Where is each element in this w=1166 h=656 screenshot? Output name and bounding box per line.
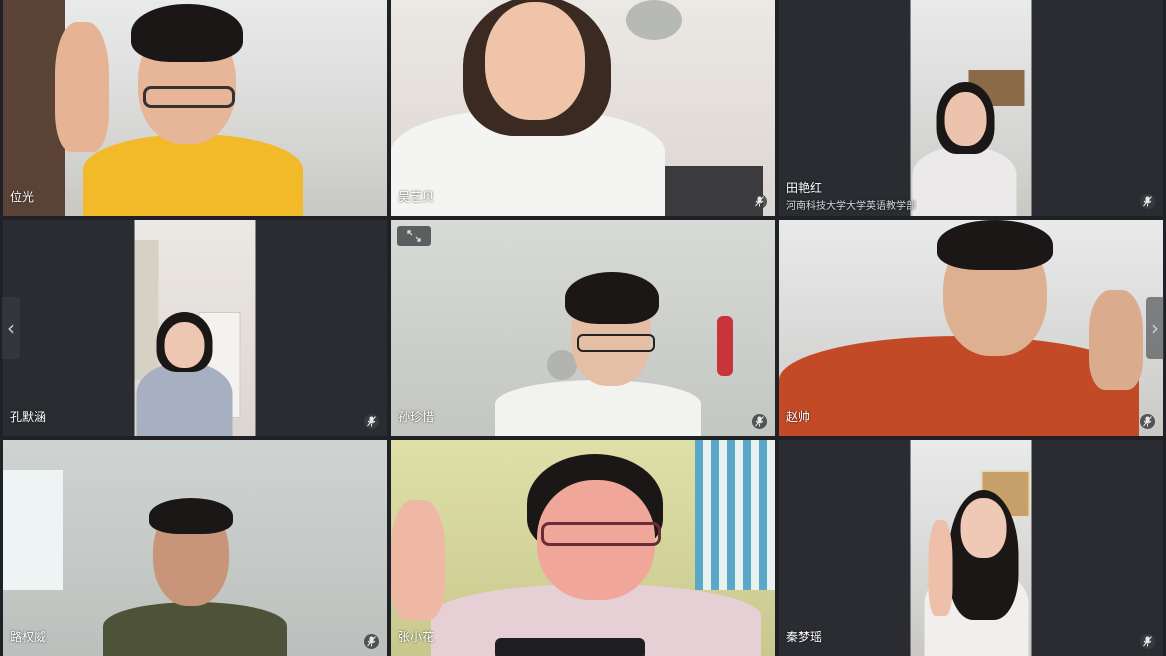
participant-name: 位光 xyxy=(10,190,35,204)
participant-tile-1[interactable]: 位光 xyxy=(3,0,387,216)
mic-muted-icon xyxy=(752,414,767,429)
phone xyxy=(495,638,645,656)
hair xyxy=(149,498,233,534)
mic-muted-icon xyxy=(1140,634,1155,649)
chevron-left-icon: ‹ xyxy=(7,316,15,340)
video-feed xyxy=(391,220,775,436)
participant-name: 田艳红 xyxy=(786,181,823,195)
face xyxy=(164,322,205,368)
video-feed xyxy=(3,0,387,216)
shirt xyxy=(495,380,701,436)
raised-hand xyxy=(1089,290,1143,390)
curtain xyxy=(695,440,775,590)
video-feed xyxy=(391,0,775,216)
face xyxy=(960,498,1007,558)
video-feed xyxy=(779,220,1163,436)
face xyxy=(944,92,987,146)
participant-tile-2[interactable]: 吴艺贝 xyxy=(391,0,775,216)
mic-muted-icon xyxy=(1140,194,1155,209)
uniform xyxy=(103,602,287,656)
raised-hand xyxy=(391,500,445,620)
participant-name: 孔默涵 xyxy=(10,410,47,424)
next-page-button[interactable]: › xyxy=(1146,297,1164,359)
shirt xyxy=(912,146,1017,216)
participant-tile-6[interactable]: 赵帅 xyxy=(779,220,1163,436)
glasses xyxy=(577,334,655,352)
sweater xyxy=(779,336,1139,436)
window xyxy=(3,470,63,590)
mic-muted-icon xyxy=(752,194,767,209)
video-grid: 位光 吴艺贝 田艳红 河南科技大学大学英语教学部 孔默涵 孙珍惜 赵帅 路权威 … xyxy=(0,0,1166,656)
raised-hand xyxy=(928,520,953,616)
hair xyxy=(565,272,659,324)
participant-tile-7[interactable]: 路权威 xyxy=(3,440,387,656)
participant-name: 吴艺贝 xyxy=(398,190,435,204)
participant-name: 孙珍惜 xyxy=(398,410,435,424)
participant-tile-5[interactable]: 孙珍惜 xyxy=(391,220,775,436)
participant-tile-8[interactable]: 张小花 xyxy=(391,440,775,656)
desk xyxy=(653,166,763,216)
raised-hand xyxy=(55,22,109,152)
video-feed xyxy=(134,220,256,436)
chevron-right-icon: › xyxy=(1151,316,1159,340)
fire-extinguisher xyxy=(717,316,733,376)
previous-page-button[interactable]: ‹ xyxy=(2,297,20,359)
video-feed xyxy=(910,440,1032,656)
hair xyxy=(937,220,1053,270)
mic-muted-icon xyxy=(364,634,379,649)
participant-name: 张小花 xyxy=(398,630,435,644)
participant-name: 赵帅 xyxy=(786,410,811,424)
hair xyxy=(131,4,243,62)
face xyxy=(485,2,585,120)
glasses xyxy=(541,522,661,546)
mic-muted-icon xyxy=(364,414,379,429)
participant-tile-9[interactable]: 秦梦瑶 xyxy=(779,440,1163,656)
participant-organization: 河南科技大学大学英语教学部 xyxy=(786,201,916,212)
participant-name: 路权威 xyxy=(10,630,47,644)
participant-name: 秦梦瑶 xyxy=(786,630,823,644)
window xyxy=(134,240,159,380)
video-feed xyxy=(910,0,1032,216)
shirt xyxy=(83,134,303,216)
video-feed xyxy=(3,440,387,656)
mic-muted-icon xyxy=(1140,414,1155,429)
shirt xyxy=(136,362,233,436)
participant-tile-4[interactable]: 孔默涵 xyxy=(3,220,387,436)
expand-icon[interactable] xyxy=(397,226,431,246)
glasses xyxy=(143,86,235,108)
video-feed xyxy=(391,440,775,656)
wall-fan xyxy=(626,0,682,40)
participant-tile-3[interactable]: 田艳红 河南科技大学大学英语教学部 xyxy=(779,0,1163,216)
